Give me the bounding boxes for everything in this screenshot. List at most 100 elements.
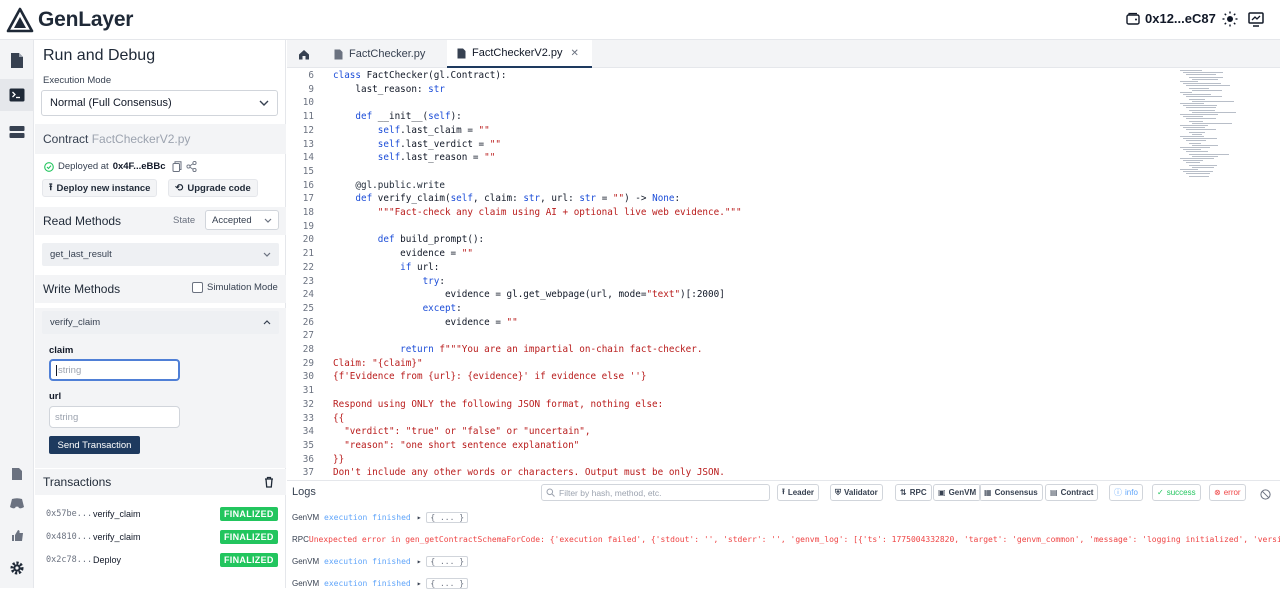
- logs-search-input[interactable]: Filter by hash, method, etc.: [541, 484, 770, 501]
- contract-title: Contract FactCheckerV2.py: [43, 132, 190, 146]
- minimap-stroke: [1192, 111, 1236, 113]
- transaction-row[interactable]: 0x2c78... Deploy FINALIZED: [35, 550, 286, 570]
- code-text: except:: [422, 302, 462, 314]
- minimap-stroke: [1183, 171, 1213, 173]
- state-select[interactable]: Accepted: [205, 210, 279, 230]
- line-number: 30: [302, 371, 314, 383]
- code-editor[interactable]: 6 class FactChecker(gl.Contract): 9 last_r…: [287, 68, 1280, 480]
- filter-leader[interactable]: ⭱ Leader: [777, 484, 820, 501]
- log-entry[interactable]: GenVM execution finished ▸ { ... }: [292, 555, 469, 567]
- filter-label: info: [1125, 488, 1138, 497]
- code-text: "reason": "one short sentence explanatio…: [333, 439, 580, 451]
- genlayer-logo[interactable]: GenLayer: [6, 6, 133, 34]
- transaction-method: verify_claim: [93, 509, 141, 519]
- simulation-mode-checkbox[interactable]: [192, 282, 203, 293]
- consensus-icon: ▦: [984, 488, 992, 497]
- minimap-stroke: [1192, 133, 1202, 135]
- log-object-toggle[interactable]: ▸ { ... }: [417, 555, 469, 567]
- transaction-row[interactable]: 0x57be... verify_claim FINALIZED: [35, 504, 286, 524]
- log-entry[interactable]: RPC Unexpected error in gen_getContractS…: [292, 533, 1280, 545]
- contract-icon: ▤: [1050, 488, 1058, 497]
- state-value: Accepted: [212, 214, 252, 226]
- filter-label: Consensus: [994, 488, 1038, 497]
- chevron-up-icon: [263, 320, 271, 325]
- code-text: def verify_claim(self, claim: str, url: …: [355, 193, 681, 205]
- trash-icon[interactable]: [264, 476, 274, 488]
- close-icon[interactable]: ✕: [570, 48, 578, 59]
- home-tab[interactable]: [287, 40, 321, 68]
- minimap-stroke: [1192, 78, 1218, 80]
- minimap-stroke: [1180, 125, 1208, 126]
- filter-error[interactable]: ⊗ error: [1209, 484, 1246, 501]
- code-minimap[interactable]: [1176, 68, 1274, 178]
- code-text: Respond using ONLY the following JSON fo…: [333, 398, 664, 410]
- log-object-toggle[interactable]: ▸ { ... }: [417, 511, 469, 523]
- filter-rpc[interactable]: ⇅ RPC: [895, 484, 932, 501]
- docs-icon[interactable]: [0, 458, 34, 490]
- line-number: 37: [302, 467, 314, 479]
- theme-toggle-icon[interactable]: [1222, 11, 1238, 32]
- code-text: @gl.public.write: [355, 179, 445, 191]
- code-text: last_reason: str: [333, 83, 445, 95]
- minimap-stroke: [1186, 107, 1216, 109]
- log-entry[interactable]: GenVM execution finished ▸ { ... }: [292, 577, 469, 589]
- minimap-stroke: [1189, 76, 1223, 78]
- run-debug-panel: Run and Debug Execution Mode Normal (Ful…: [35, 40, 286, 588]
- code-text: self.last_verdict = "": [377, 138, 501, 150]
- genvm-icon: ▣: [938, 488, 946, 497]
- send-transaction-button[interactable]: Send Transaction: [49, 436, 140, 454]
- filter-success[interactable]: ✓ success: [1152, 484, 1201, 501]
- execution-mode-select[interactable]: Normal (Full Consensus): [41, 90, 278, 116]
- files-icon[interactable]: [0, 44, 34, 76]
- tab-label: FactChecker.py: [349, 48, 426, 60]
- upload-icon: ⭱: [49, 181, 53, 193]
- line-number: 36: [302, 453, 314, 465]
- code-text: self.last_reason = "": [377, 152, 496, 164]
- clear-logs-icon[interactable]: [1260, 487, 1271, 505]
- state-label: State: [173, 215, 196, 226]
- url-input[interactable]: string: [49, 406, 180, 428]
- filter-validator[interactable]: ⛨ Validator: [830, 484, 883, 501]
- log-entry[interactable]: GenVM execution finished ▸ { ... }: [292, 511, 469, 523]
- minimap-stroke: [1189, 142, 1201, 144]
- upgrade-code-button[interactable]: ⟲ Upgrade code: [168, 179, 258, 197]
- validators-icon[interactable]: [0, 116, 34, 148]
- line-number: 20: [302, 234, 314, 246]
- simulation-mode-label: Simulation Mode: [207, 282, 278, 293]
- minimap-stroke: [1192, 166, 1214, 168]
- log-object: { ... }: [426, 577, 469, 589]
- claim-input[interactable]: string: [49, 359, 180, 381]
- simulation-mode-toggle[interactable]: Simulation Mode: [192, 282, 278, 293]
- code-text: self.last_claim = "": [377, 124, 490, 136]
- chevron-down-icon: [259, 100, 269, 106]
- share-icon[interactable]: [185, 161, 197, 172]
- filter-consensus[interactable]: ▦ Consensus: [979, 484, 1043, 501]
- home-icon: [299, 49, 309, 59]
- minimap-stroke: [1186, 118, 1216, 120]
- log-source: GenVM: [292, 556, 320, 566]
- top-bar: GenLayer 0x12...eC87: [0, 0, 1280, 40]
- code-text: class FactChecker(gl.Contract):: [333, 70, 507, 81]
- write-method-verify-claim[interactable]: verify_claim: [42, 311, 279, 334]
- filter-contract[interactable]: ▤ Contract: [1045, 484, 1099, 501]
- discord-icon[interactable]: [0, 487, 34, 519]
- feedback-icon[interactable]: [0, 519, 34, 551]
- transaction-row[interactable]: 0x4810... verify_claim FINALIZED: [35, 527, 286, 547]
- code-text: "verdict": "true" or "false" or "uncerta…: [333, 426, 591, 438]
- minimap-stroke: [1180, 158, 1214, 159]
- filter-genvm[interactable]: ▣ GenVM: [933, 484, 982, 501]
- filter-info[interactable]: ⓘ info: [1109, 484, 1143, 501]
- tab-factchecker[interactable]: FactChecker.py: [324, 40, 435, 68]
- tab-factcheckerv2[interactable]: FactCheckerV2.py ✕: [447, 40, 592, 68]
- log-object-toggle[interactable]: ▸ { ... }: [417, 577, 469, 589]
- code-text: try:: [422, 275, 445, 287]
- minimap-stroke: [1183, 72, 1223, 74]
- read-method-get-last-result[interactable]: get_last_result: [42, 243, 279, 266]
- settings-gear-icon[interactable]: [0, 552, 34, 584]
- run-debug-icon[interactable]: [0, 79, 34, 111]
- copy-icon[interactable]: [172, 161, 182, 172]
- board-icon[interactable]: [1248, 11, 1264, 32]
- deploy-new-instance-button[interactable]: ⭱ Deploy new instance: [42, 179, 158, 197]
- wallet-button[interactable]: 0x12...eC87: [1126, 11, 1216, 26]
- minimap-stroke: [1189, 131, 1205, 133]
